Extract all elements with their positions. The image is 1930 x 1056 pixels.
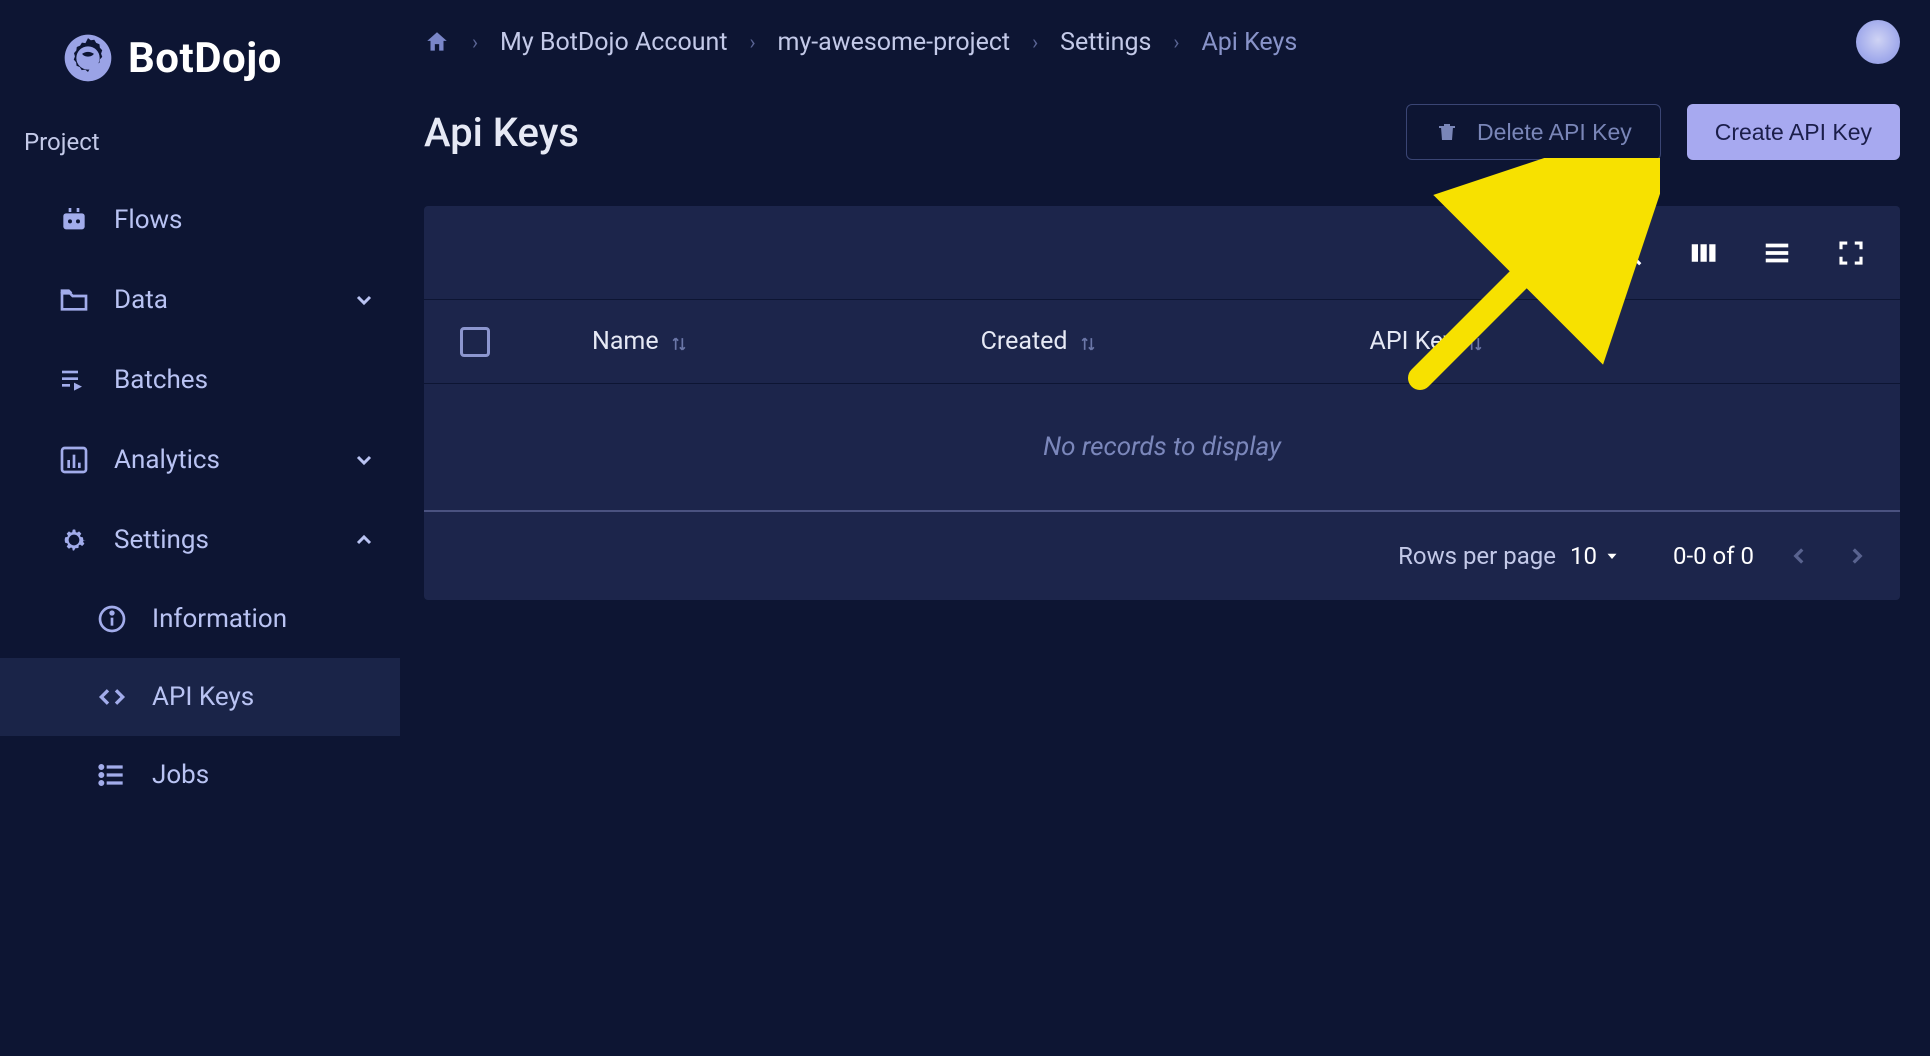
sidebar-analytics-label: Analytics — [114, 445, 328, 475]
breadcrumb-settings[interactable]: Settings — [1060, 28, 1151, 57]
sidebar-item-flows[interactable]: Flows — [0, 180, 400, 260]
prev-page-button[interactable] — [1786, 543, 1812, 569]
sidebar-settings-label: Settings — [114, 525, 328, 555]
chevron-down-icon — [352, 288, 376, 312]
list-icon — [96, 759, 128, 791]
panel-toolbar — [424, 206, 1900, 300]
sidebar-jobs-label: Jobs — [152, 760, 376, 790]
robot-icon — [58, 204, 90, 236]
sidebar-batches-label: Batches — [114, 365, 376, 395]
sidebar-item-batches[interactable]: Batches — [0, 340, 400, 420]
title-row: Api Keys Delete API Key Create API Key — [400, 104, 1900, 206]
column-name-label: Name — [592, 327, 659, 356]
column-api-key[interactable]: API Key — [1370, 327, 1485, 356]
chevron-down-icon — [352, 448, 376, 472]
sidebar-item-analytics[interactable]: Analytics — [0, 420, 400, 500]
column-name[interactable]: Name — [592, 327, 689, 356]
table-empty-state: No records to display — [424, 384, 1900, 512]
trash-icon — [1435, 120, 1459, 144]
sidebar-item-information[interactable]: Information — [0, 580, 400, 658]
data-panel: Name Created API Key No records to displ… — [424, 206, 1900, 600]
main-content: › My BotDojo Account › my-awesome-projec… — [400, 0, 1930, 1056]
page-size-select[interactable]: 10 — [1570, 542, 1621, 570]
density-icon[interactable] — [1762, 238, 1792, 268]
analytics-icon — [58, 444, 90, 476]
sort-icon — [1078, 332, 1098, 352]
chevron-right-icon: › — [1173, 30, 1179, 54]
create-button-label: Create API Key — [1715, 119, 1872, 146]
column-created[interactable]: Created — [981, 327, 1098, 356]
breadcrumb: › My BotDojo Account › my-awesome-projec… — [400, 8, 1900, 104]
next-page-button[interactable] — [1844, 543, 1870, 569]
sidebar-section-label: Project — [0, 116, 400, 180]
fullscreen-icon[interactable] — [1836, 238, 1866, 268]
dropdown-icon — [1603, 547, 1621, 565]
rows-per-page: Rows per page 10 — [1398, 542, 1621, 570]
search-icon[interactable] — [1614, 238, 1644, 268]
sidebar-flows-label: Flows — [114, 205, 376, 235]
batches-icon — [58, 364, 90, 396]
chevron-right-icon: › — [750, 30, 756, 54]
pagination: Rows per page 10 0-0 of 0 — [424, 512, 1900, 600]
page-size-value: 10 — [1570, 542, 1597, 570]
chevron-up-icon — [352, 528, 376, 552]
columns-icon[interactable] — [1688, 238, 1718, 268]
avatar[interactable] — [1856, 20, 1900, 64]
sidebar-item-jobs[interactable]: Jobs — [0, 736, 400, 814]
delete-button-label: Delete API Key — [1477, 119, 1632, 146]
select-all-checkbox[interactable] — [460, 327, 490, 357]
delete-api-key-button[interactable]: Delete API Key — [1406, 104, 1661, 160]
rows-per-page-label: Rows per page — [1398, 542, 1556, 570]
chevron-right-icon: › — [1032, 30, 1038, 54]
column-apikey-label: API Key — [1370, 327, 1455, 356]
breadcrumb-account[interactable]: My BotDojo Account — [500, 28, 727, 57]
code-icon — [96, 681, 128, 713]
create-api-key-button[interactable]: Create API Key — [1687, 104, 1900, 160]
sidebar-item-settings[interactable]: Settings — [0, 500, 400, 580]
breadcrumb-current: Api Keys — [1201, 28, 1297, 57]
chevron-right-icon: › — [472, 30, 478, 54]
sort-icon — [1465, 332, 1485, 352]
breadcrumb-project[interactable]: my-awesome-project — [778, 28, 1011, 57]
table-header: Name Created API Key — [424, 300, 1900, 384]
sidebar-item-data[interactable]: Data — [0, 260, 400, 340]
sidebar-information-label: Information — [152, 604, 376, 634]
sidebar-apikeys-label: API Keys — [152, 682, 376, 712]
brand-logo[interactable]: BotDojo — [0, 20, 400, 116]
pagination-range: 0-0 of 0 — [1673, 542, 1754, 570]
page-title: Api Keys — [424, 109, 1406, 156]
folder-icon — [58, 284, 90, 316]
column-created-label: Created — [981, 327, 1068, 356]
gear-icon — [58, 524, 90, 556]
brand-name: BotDojo — [128, 34, 282, 83]
home-icon[interactable] — [424, 29, 450, 55]
sort-icon — [669, 332, 689, 352]
sidebar: BotDojo Project Flows Data Batches Analy… — [0, 0, 400, 1056]
info-icon — [96, 603, 128, 635]
sidebar-item-api-keys[interactable]: API Keys — [0, 658, 400, 736]
sidebar-data-label: Data — [114, 285, 328, 315]
logo-icon — [60, 30, 116, 86]
